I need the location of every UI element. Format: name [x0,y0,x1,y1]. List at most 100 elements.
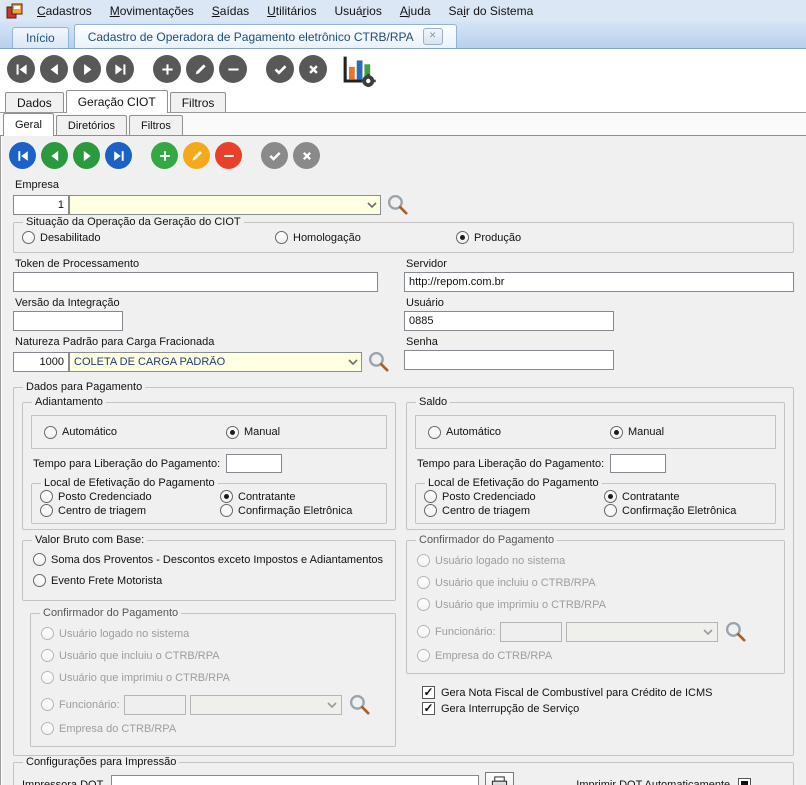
radio-producao[interactable]: Produção [456,231,521,244]
next-record-button-inner[interactable] [73,142,100,169]
close-tab-icon[interactable]: ✕ [422,28,443,45]
tab-inicio[interactable]: Início [12,27,69,48]
next-record-button[interactable] [73,55,101,83]
radio-usuario-logado: Usuário logado no sistema [41,627,387,640]
radio-empresa-ctrb: Empresa do CTRB/RPA [41,722,387,735]
natureza-search-icon[interactable] [367,350,390,373]
radio-adiantamento-manual[interactable]: Manual [226,425,280,439]
natureza-code-input[interactable] [13,351,69,372]
radio-posto-credenciado[interactable]: Posto Credenciado [40,490,220,503]
prior-record-button[interactable] [40,55,68,83]
tab-geral[interactable]: Geral [3,113,54,136]
empresa-search-icon[interactable] [386,193,409,216]
radio-saldo-manual[interactable]: Manual [610,425,664,439]
menu-item-ajuda[interactable]: Ajuda [391,2,440,20]
adiantamento-tempo-input[interactable] [226,454,283,473]
check-gera-nota-fiscal[interactable]: Gera Nota Fiscal de Combustível para Cré… [422,686,785,699]
chart-settings-icon[interactable] [340,54,376,88]
radio-contratante[interactable]: Contratante [220,490,378,503]
radio-saldo-posto-credenciado[interactable]: Posto Credenciado [424,490,604,503]
empresa-combobox[interactable] [69,194,381,215]
first-record-button[interactable] [7,55,35,83]
checkbox-indeterminate-icon[interactable] [738,778,752,785]
tab-geracao-ciot[interactable]: Geração CIOT [65,90,168,113]
confirmador-legend: Confirmador do Pagamento [43,607,179,619]
adiantamento-legend: Adiantamento [35,396,103,408]
delete-record-button-inner[interactable] [215,142,242,169]
menu-item-movimentacoes[interactable]: Movimentações [101,2,203,20]
natureza-combobox[interactable]: COLETA DE CARGA PADRÃO [69,351,362,372]
natureza-combo-value: COLETA DE CARGA PADRÃO [74,355,226,368]
dropdown-arrow-icon[interactable] [363,196,380,214]
tab-filtros-inner[interactable]: Filtros [128,115,183,135]
document-tab-bar: Início Cadastro de Operadora de Pagament… [0,21,806,49]
menu-item-usuarios[interactable]: Usuários [325,2,390,20]
saldo-funcionario-combobox [565,621,718,642]
imprimir-dot-auto-label: Imprimir DOT Automaticamente [576,778,731,785]
senha-input[interactable] [404,350,614,370]
radio-saldo-empresa-ctrb: Empresa do CTRB/RPA [417,649,776,662]
radio-adiantamento-automatico[interactable]: Automático [44,425,226,439]
delete-record-button[interactable] [219,55,247,83]
tab-diretorios[interactable]: Diretórios [55,115,127,135]
insert-record-button-inner[interactable] [151,142,178,169]
versao-input[interactable] [13,311,123,331]
funcionario-search-icon[interactable] [348,693,371,716]
usuario-input[interactable] [404,311,614,331]
saldo-local-groupbox: Local de Efetivação do Pagamento Posto C… [415,477,776,524]
tab-cadastro-operadora-pagamento[interactable]: Cadastro de Operadora de Pagamento eletr… [73,24,457,48]
tab-filtros[interactable]: Filtros [169,92,227,112]
confirm-button-inner[interactable] [261,142,288,169]
checkbox-checked-icon[interactable] [422,702,435,715]
application-window: Cadastros Movimentações Saídas Utilitári… [0,0,806,785]
imprimir-dot-auto[interactable]: Imprimir DOT Automaticamente [576,778,752,785]
radio-saldo-confirmacao-eletronica[interactable]: Confirmação Eletrônica [604,504,767,517]
prior-record-button-inner[interactable] [41,142,68,169]
insert-record-button[interactable] [153,55,181,83]
radio-saldo-funcionario: Funcionário: [417,625,496,638]
radio-saldo-automatico[interactable]: Automático [428,425,610,439]
cancel-button-inner[interactable] [293,142,320,169]
edit-record-button[interactable] [186,55,214,83]
tempo-label: Tempo para Liberação do Pagamento: [33,457,221,470]
saldo-modo-panel: Automático Manual [415,415,776,449]
dropdown-arrow-icon[interactable] [344,353,361,371]
menu-item-sair-do-sistema[interactable]: Sair do Sistema [440,2,543,20]
last-record-button[interactable] [106,55,134,83]
menu-item-utilitarios[interactable]: Utilitários [258,2,325,20]
cancel-button[interactable] [299,55,327,83]
menu-item-cadastros[interactable]: Cadastros [28,2,101,20]
radio-saldo-centro-triagem[interactable]: Centro de triagem [424,504,604,517]
impressora-dot-input[interactable] [111,774,480,785]
first-record-button-inner[interactable] [9,142,36,169]
edit-record-button-inner[interactable] [183,142,210,169]
menu-item-saidas[interactable]: Saídas [203,2,258,20]
situacao-groupbox: Situação da Operação da Geração do CIOT … [13,216,794,253]
radio-soma-proventos[interactable]: Soma dos Proventos - Descontos exceto Im… [33,553,387,566]
saldo-tempo-input[interactable] [610,454,667,473]
confirm-button[interactable] [266,55,294,83]
tab-dados[interactable]: Dados [5,92,64,112]
radio-centro-triagem[interactable]: Centro de triagem [40,504,220,517]
versao-field: Versão da Integração [13,292,390,331]
checkbox-checked-icon[interactable] [422,686,435,699]
radio-confirmacao-eletronica[interactable]: Confirmação Eletrônica [220,504,378,517]
radio-saldo-usuario-logado: Usuário logado no sistema [417,554,776,567]
check-gera-interrupcao[interactable]: Gera Interrupção de Serviço [422,702,785,715]
radio-homologacao[interactable]: Homologação [275,231,456,244]
printer-icon[interactable] [485,772,515,785]
adiantamento-column: Adiantamento Automático Manual Tempo par… [22,396,396,753]
token-input[interactable] [13,272,378,292]
valor-bruto-groupbox: Valor Bruto com Base: Soma dos Proventos… [22,534,396,601]
empresa-code-input[interactable] [13,194,69,215]
saldo-funcionario-search-icon[interactable] [724,620,747,643]
radio-evento-frete[interactable]: Evento Frete Motorista [33,574,387,587]
senha-field: Senha [404,331,794,373]
impressao-groupbox: Configurações para Impressão Impressora … [13,756,794,785]
last-record-button-inner[interactable] [105,142,132,169]
servidor-input[interactable] [404,272,794,292]
funcionario-combobox [189,694,342,715]
radio-saldo-contratante[interactable]: Contratante [604,490,767,503]
flags-block: Gera Nota Fiscal de Combustível para Cré… [406,686,785,715]
radio-desabilitado[interactable]: Desabilitado [22,231,275,244]
